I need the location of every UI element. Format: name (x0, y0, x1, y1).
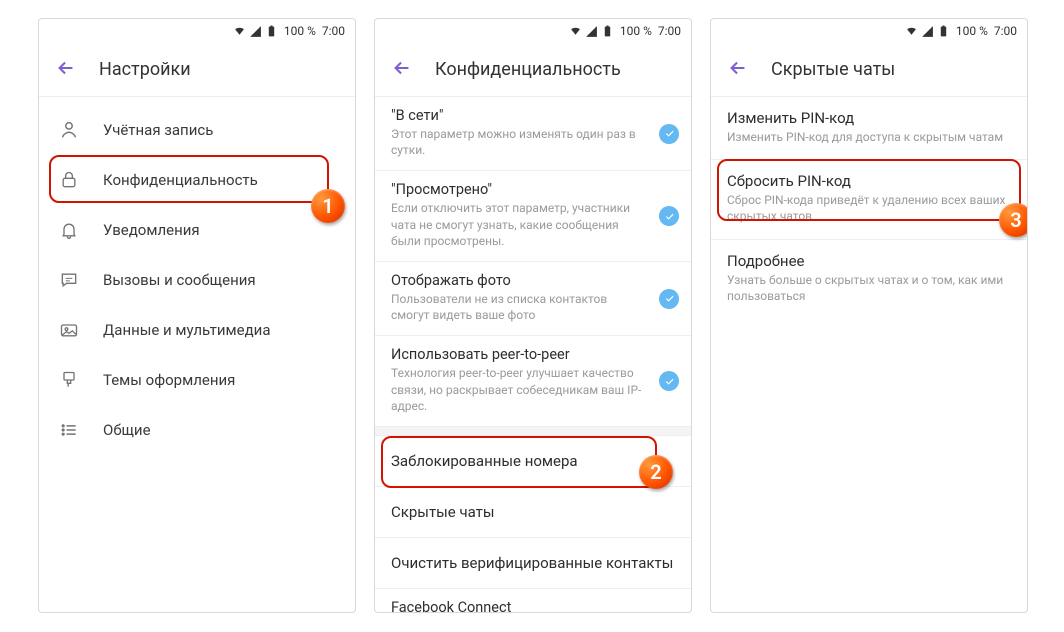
check-icon (659, 124, 679, 144)
battery-icon (265, 25, 278, 38)
back-arrow-icon[interactable] (727, 57, 749, 83)
back-arrow-icon[interactable] (55, 57, 77, 83)
back-arrow-icon[interactable] (391, 57, 413, 83)
settings-item-label: Учётная запись (103, 121, 213, 139)
settings-item-account[interactable]: Учётная запись (39, 105, 355, 155)
link-label: Заблокированные номера (391, 452, 675, 470)
battery-percent: 100 % (956, 24, 988, 38)
item-title: Подробнее (727, 252, 1011, 270)
settings-item-privacy[interactable]: Конфиденциальность (39, 155, 355, 205)
wifi-icon (233, 25, 246, 38)
toggle-photo[interactable]: Отображать фото Пользователи не из списк… (375, 262, 691, 336)
settings-item-media[interactable]: Данные и мультимедиа (39, 305, 355, 355)
item-desc: Сброс PIN-кода приведёт к удалению всех … (727, 192, 1011, 224)
screen-hidden-chats: 100 % 7:00 Скрытые чаты Изменить PIN-код… (710, 18, 1028, 613)
item-change-pin[interactable]: Изменить PIN-код Изменить PIN-код для до… (711, 97, 1027, 160)
settings-item-calls[interactable]: Вызовы и сообщения (39, 255, 355, 305)
app-bar: Настройки (39, 43, 355, 97)
link-hidden-chats[interactable]: Скрытые чаты (375, 487, 691, 538)
signal-icon (585, 25, 598, 38)
link-clear-verified[interactable]: Очистить верифицированные контакты (375, 538, 691, 589)
toggle-title: "Просмотрено" (391, 181, 643, 198)
item-more[interactable]: Подробнее Узнать больше о скрытых чатах … (711, 240, 1027, 318)
toggle-p2p[interactable]: Использовать peer-to-peer Технология pee… (375, 336, 691, 426)
link-label: Facebook Connect (391, 599, 675, 613)
link-facebook-connect[interactable]: Facebook Connect Нажмите для подключения… (375, 589, 691, 613)
toggle-title: Отображать фото (391, 272, 643, 289)
wifi-icon (905, 25, 918, 38)
settings-item-label: Данные и мультимедиа (103, 321, 270, 339)
check-icon (659, 289, 679, 309)
user-icon (57, 118, 81, 142)
signal-icon (921, 25, 934, 38)
battery-icon (937, 25, 950, 38)
chat-icon (57, 268, 81, 292)
item-desc: Изменить PIN-код для доступа к скрытым ч… (727, 129, 1011, 145)
settings-item-label: Вызовы и сообщения (103, 271, 256, 289)
toggle-seen[interactable]: "Просмотрено" Если отключить этот параме… (375, 171, 691, 262)
page-title: Настройки (99, 59, 191, 80)
battery-icon (601, 25, 614, 38)
settings-item-themes[interactable]: Темы оформления (39, 355, 355, 405)
toggle-title: "В сети" (391, 107, 643, 124)
list-icon (57, 418, 81, 442)
settings-item-general[interactable]: Общие (39, 405, 355, 455)
toggle-desc: Пользователи не из списка контактов смог… (391, 291, 643, 323)
link-blocked-numbers[interactable]: Заблокированные номера (375, 436, 691, 487)
wifi-icon (569, 25, 582, 38)
app-bar: Конфиденциальность (375, 43, 691, 97)
privacy-list: "В сети" Этот параметр можно изменять од… (375, 97, 691, 613)
item-reset-pin[interactable]: Сбросить PIN-код Сброс PIN-кода приведёт… (711, 160, 1027, 239)
clock: 7:00 (322, 24, 345, 38)
link-label: Очистить верифицированные контакты (391, 554, 675, 572)
brush-icon (57, 368, 81, 392)
page-title: Конфиденциальность (435, 59, 621, 80)
clock: 7:00 (658, 24, 681, 38)
bell-icon (57, 218, 81, 242)
status-bar: 100 % 7:00 (375, 19, 691, 43)
toggle-online[interactable]: "В сети" Этот параметр можно изменять од… (375, 97, 691, 171)
check-icon (659, 206, 679, 226)
settings-item-label: Темы оформления (103, 371, 235, 389)
hidden-chats-list: Изменить PIN-код Изменить PIN-код для до… (711, 97, 1027, 318)
item-desc: Узнать больше о скрытых чатах и о том, к… (727, 272, 1011, 304)
toggle-desc: Если отключить этот параметр, участники … (391, 200, 643, 249)
settings-item-notifications[interactable]: Уведомления (39, 205, 355, 255)
settings-item-label: Общие (103, 421, 151, 439)
toggle-desc: Технология peer-to-peer улучшает качеств… (391, 365, 643, 414)
page-title: Скрытые чаты (771, 59, 895, 80)
settings-item-label: Конфиденциальность (103, 171, 258, 189)
screen-settings: 100 % 7:00 Настройки Учётная запись Конф… (38, 18, 356, 613)
item-title: Сбросить PIN-код (727, 172, 1011, 190)
battery-percent: 100 % (284, 24, 316, 38)
toggle-title: Использовать peer-to-peer (391, 346, 643, 363)
signal-icon (249, 25, 262, 38)
screen-privacy: 100 % 7:00 Конфиденциальность "В сети" Э… (374, 18, 692, 613)
status-bar: 100 % 7:00 (39, 19, 355, 43)
link-label: Скрытые чаты (391, 503, 675, 521)
item-title: Изменить PIN-код (727, 109, 1011, 127)
clock: 7:00 (994, 24, 1017, 38)
battery-percent: 100 % (620, 24, 652, 38)
section-separator (375, 426, 691, 436)
settings-item-label: Уведомления (103, 221, 200, 239)
media-icon (57, 318, 81, 342)
toggle-desc: Этот параметр можно изменять один раз в … (391, 126, 643, 158)
status-bar: 100 % 7:00 (711, 19, 1027, 43)
settings-list: Учётная запись Конфиденциальность Уведом… (39, 97, 355, 455)
check-icon (659, 371, 679, 391)
lock-icon (57, 168, 81, 192)
app-bar: Скрытые чаты (711, 43, 1027, 97)
